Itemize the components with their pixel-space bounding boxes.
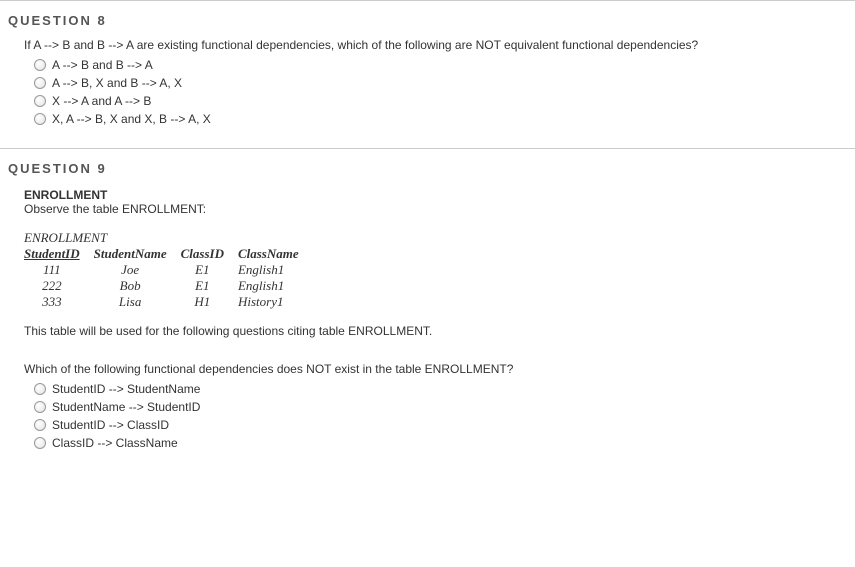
q9-option-label: StudentID --> StudentName xyxy=(52,380,200,398)
cell-class-id: H1 xyxy=(181,294,238,310)
question-9-heading: QUESTION 9 xyxy=(0,161,855,186)
radio-icon[interactable] xyxy=(34,113,46,125)
cell-class-id: E1 xyxy=(181,262,238,278)
q8-option-label: X --> A and A --> B xyxy=(52,92,151,110)
enrollment-table: StudentID StudentName ClassID ClassName … xyxy=(24,246,313,310)
q9-observe: Observe the table ENROLLMENT: xyxy=(24,202,855,216)
table-row: 111 Joe E1 English1 xyxy=(24,262,313,278)
radio-icon[interactable] xyxy=(34,437,46,449)
q8-option-row[interactable]: X, A --> B, X and X, B --> A, X xyxy=(34,110,855,128)
q9-prompt2: Which of the following functional depend… xyxy=(24,362,855,376)
cell-class-id: E1 xyxy=(181,278,238,294)
q9-option-label: ClassID --> ClassName xyxy=(52,434,178,452)
question-9-options: StudentID --> StudentName StudentName --… xyxy=(24,380,855,452)
q9-option-row[interactable]: StudentID --> ClassID xyxy=(34,416,855,434)
cell-student-name: Joe xyxy=(94,262,181,278)
question-9-block: QUESTION 9 ENROLLMENT Observe the table … xyxy=(0,148,855,472)
cell-student-id: 111 xyxy=(24,262,94,278)
table-row: 222 Bob E1 English1 xyxy=(24,278,313,294)
radio-icon[interactable] xyxy=(34,95,46,107)
q9-table-title: ENROLLMENT xyxy=(24,230,855,246)
cell-student-id: 222 xyxy=(24,278,94,294)
cell-student-id: 333 xyxy=(24,294,94,310)
question-9-body: ENROLLMENT Observe the table ENROLLMENT:… xyxy=(0,188,855,452)
q8-option-label: A --> B and B --> A xyxy=(52,56,153,74)
q9-option-row[interactable]: ClassID --> ClassName xyxy=(34,434,855,452)
question-8-prompt: If A --> B and B --> A are existing func… xyxy=(24,38,855,52)
q9-note: This table will be used for the followin… xyxy=(24,324,855,338)
col-class-id: ClassID xyxy=(181,246,238,262)
q8-option-row[interactable]: A --> B, X and B --> A, X xyxy=(34,74,855,92)
radio-icon[interactable] xyxy=(34,59,46,71)
cell-class-name: English1 xyxy=(238,262,313,278)
q8-option-label: X, A --> B, X and X, B --> A, X xyxy=(52,110,211,128)
q9-option-row[interactable]: StudentID --> StudentName xyxy=(34,380,855,398)
radio-icon[interactable] xyxy=(34,419,46,431)
col-class-name: ClassName xyxy=(238,246,313,262)
q8-option-row[interactable]: X --> A and A --> B xyxy=(34,92,855,110)
q9-option-label: StudentID --> ClassID xyxy=(52,416,169,434)
radio-icon[interactable] xyxy=(34,77,46,89)
q9-option-row[interactable]: StudentName --> StudentID xyxy=(34,398,855,416)
cell-class-name: English1 xyxy=(238,278,313,294)
question-8-body: If A --> B and B --> A are existing func… xyxy=(0,38,855,128)
q8-option-label: A --> B, X and B --> A, X xyxy=(52,74,182,92)
q9-subheading: ENROLLMENT xyxy=(24,188,855,202)
cell-student-name: Lisa xyxy=(94,294,181,310)
question-8-block: QUESTION 8 If A --> B and B --> A are ex… xyxy=(0,0,855,148)
table-header-row: StudentID StudentName ClassID ClassName xyxy=(24,246,313,262)
table-row: 333 Lisa H1 History1 xyxy=(24,294,313,310)
question-8-heading: QUESTION 8 xyxy=(0,13,855,38)
radio-icon[interactable] xyxy=(34,383,46,395)
q8-option-row[interactable]: A --> B and B --> A xyxy=(34,56,855,74)
cell-student-name: Bob xyxy=(94,278,181,294)
col-student-id: StudentID xyxy=(24,246,94,262)
q9-option-label: StudentName --> StudentID xyxy=(52,398,200,416)
col-student-name: StudentName xyxy=(94,246,181,262)
question-8-options: A --> B and B --> A A --> B, X and B -->… xyxy=(24,56,855,128)
cell-class-name: History1 xyxy=(238,294,313,310)
radio-icon[interactable] xyxy=(34,401,46,413)
